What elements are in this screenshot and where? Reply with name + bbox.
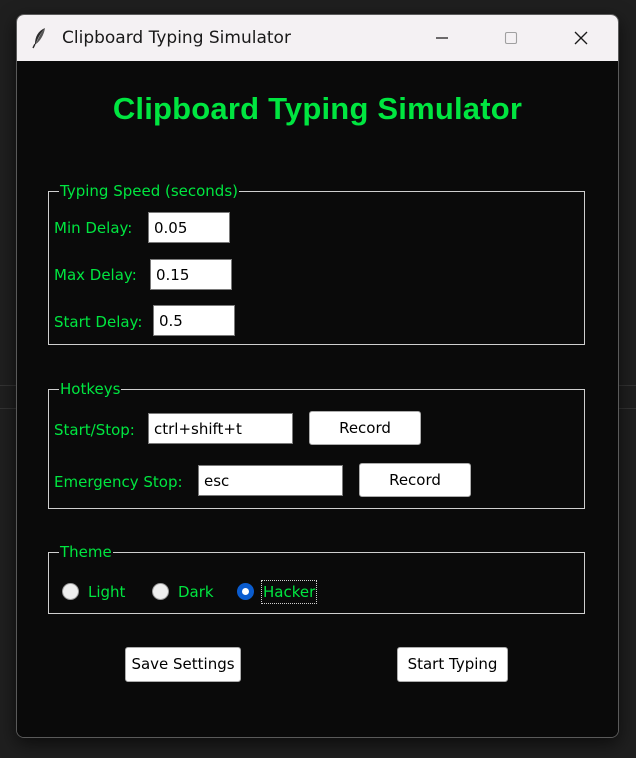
start-stop-label: Start/Stop: — [54, 421, 135, 439]
window-title: Clipboard Typing Simulator — [62, 28, 291, 48]
theme-radio-light[interactable]: Light — [62, 582, 132, 602]
theme-legend: Theme — [59, 543, 113, 561]
app-window: Clipboard Typing Simulator Clipboard Typ… — [16, 14, 619, 738]
max-delay-label: Max Delay: — [54, 266, 137, 284]
close-icon — [574, 31, 588, 45]
emergency-stop-hotkey-input[interactable] — [198, 465, 343, 496]
start-typing-button[interactable]: Start Typing — [397, 647, 508, 682]
radio-button-icon[interactable] — [62, 583, 79, 600]
theme-radio-hacker[interactable]: Hacker — [237, 580, 327, 604]
start-stop-hotkey-input[interactable] — [148, 413, 293, 444]
theme-option-label[interactable]: Light — [88, 582, 125, 602]
feather-icon — [32, 27, 48, 49]
close-button[interactable] — [558, 15, 604, 61]
typing-speed-frame: Typing Speed (seconds) Min Delay: Max De… — [48, 182, 585, 345]
maximize-icon — [504, 31, 518, 45]
min-delay-label: Min Delay: — [54, 219, 133, 237]
hotkeys-legend: Hotkeys — [59, 380, 122, 398]
theme-frame: Theme Light Dark Hacker — [48, 543, 585, 614]
record-emergency-stop-button[interactable]: Record — [359, 463, 471, 497]
start-delay-label: Start Delay: — [54, 313, 143, 331]
minimize-button[interactable] — [419, 15, 465, 61]
theme-option-label[interactable]: Hacker — [260, 580, 318, 604]
theme-option-label[interactable]: Dark — [178, 582, 214, 602]
app-heading: Clipboard Typing Simulator — [112, 91, 523, 126]
radio-button-selected-icon[interactable] — [237, 583, 254, 600]
app-content: Clipboard Typing Simulator Typing Speed … — [17, 61, 618, 737]
theme-radio-dark[interactable]: Dark — [152, 582, 222, 602]
typing-speed-legend: Typing Speed (seconds) — [59, 182, 239, 200]
min-delay-input[interactable] — [148, 212, 230, 243]
max-delay-input[interactable] — [150, 259, 232, 290]
radio-button-icon[interactable] — [152, 583, 169, 600]
start-delay-input[interactable] — [153, 305, 235, 336]
minimize-icon — [436, 37, 448, 39]
maximize-button[interactable] — [488, 15, 534, 61]
record-start-stop-button[interactable]: Record — [309, 411, 421, 445]
emergency-stop-label: Emergency Stop: — [54, 473, 183, 491]
hotkeys-frame: Hotkeys Start/Stop: Record Emergency Sto… — [48, 380, 585, 509]
save-settings-button[interactable]: Save Settings — [125, 647, 241, 682]
title-bar[interactable]: Clipboard Typing Simulator — [17, 15, 618, 61]
